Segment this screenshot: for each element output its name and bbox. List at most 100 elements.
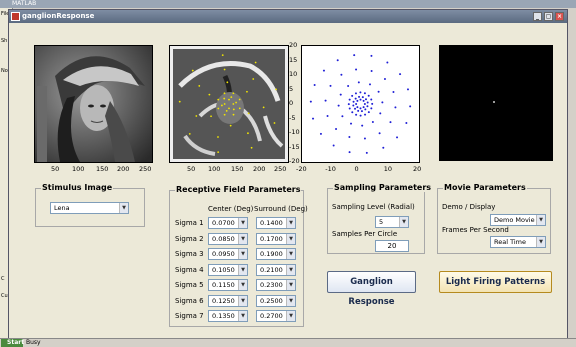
center-sigma-dropdown[interactable]: 0.0950 ▼ (208, 248, 248, 260)
samples-per-circle-input[interactable]: 20 (375, 240, 409, 252)
demo-display-dropdown[interactable]: Demo Movie ▼ (490, 214, 546, 226)
sample-dot (228, 107, 230, 110)
center-sigma-dropdown[interactable]: 0.0700 ▼ (208, 217, 248, 229)
stimulus-image-panel: Stimulus Image Lena ▼ (35, 183, 145, 227)
ganglion-response-button[interactable]: Ganglion Response (327, 271, 416, 307)
surround-sigma-dropdown[interactable]: 0.1400 ▼ (256, 217, 296, 229)
chevron-down-icon[interactable]: ▼ (238, 233, 247, 244)
chevron-down-icon[interactable]: ▼ (238, 218, 247, 228)
y-tick-label: -20 (289, 157, 300, 165)
center-sigma-dropdown[interactable]: 0.1250 ▼ (208, 294, 248, 307)
sigma-label: Sigma 1 (175, 219, 204, 227)
minimize-button[interactable]: _ (533, 12, 542, 21)
scatter-point (362, 99, 365, 102)
chevron-down-icon[interactable]: ▼ (536, 237, 545, 247)
chevron-down-icon[interactable]: ▼ (399, 217, 408, 227)
surround-sigma-dropdown[interactable]: 0.2300 ▼ (256, 279, 296, 291)
scatter-point (355, 113, 358, 116)
chevron-down-icon[interactable]: ▼ (286, 264, 295, 275)
chevron-down-icon[interactable]: ▼ (238, 249, 247, 259)
chevron-down-icon[interactable]: ▼ (119, 203, 128, 213)
matlab-side-label[interactable]: C (1, 276, 5, 282)
x-tick-label: 100 (208, 165, 221, 173)
surround-sigma-dropdown[interactable]: 0.2100 ▼ (256, 263, 296, 276)
x-tick-label: -10 (325, 165, 336, 173)
chevron-down-icon[interactable]: ▼ (238, 311, 247, 321)
chevron-down-icon[interactable]: ▼ (238, 280, 247, 290)
matlab-side-label[interactable]: No (1, 68, 8, 74)
scatter-point (377, 90, 380, 93)
sigma-label: Sigma 6 (175, 296, 204, 305)
scatter-point (309, 100, 312, 103)
scatter-point (363, 103, 366, 105)
surround-sigma-dropdown[interactable]: 0.1900 ▼ (256, 248, 296, 260)
scatter-point (370, 98, 373, 101)
scatter-point (351, 111, 354, 114)
scatter-point (357, 81, 360, 84)
sample-dot (252, 78, 255, 80)
sample-dot (235, 101, 238, 104)
sample-dot (247, 112, 250, 115)
matlab-title: MATLAB (12, 0, 37, 7)
y-tick-label: -5 (289, 113, 296, 122)
scatter-point (347, 103, 350, 106)
scatter-point (363, 92, 366, 95)
sample-dot (198, 85, 201, 87)
chevron-down-icon[interactable]: ▼ (286, 311, 295, 321)
center-sigma-dropdown[interactable]: 0.1050 ▼ (208, 263, 248, 276)
scatter-point (355, 68, 358, 71)
matlab-side-label[interactable]: Cu (1, 293, 8, 299)
dropdown-value: 0.0700 (212, 219, 235, 227)
sample-dot (238, 98, 241, 101)
y-tick-label: 10 (289, 70, 298, 78)
scatter-point (367, 94, 370, 97)
sampling-level-dropdown[interactable]: 5 ▼ (375, 216, 409, 228)
surround-sigma-dropdown[interactable]: 0.1700 ▼ (256, 232, 296, 245)
surround-sigma-dropdown[interactable]: 0.2700 ▼ (256, 310, 296, 322)
center-sigma-dropdown[interactable]: 0.1350 ▼ (208, 310, 248, 322)
scatter-point (365, 151, 368, 154)
chevron-down-icon[interactable]: ▼ (536, 215, 545, 225)
surround-sigma-dropdown[interactable]: 0.2500 ▼ (256, 294, 296, 307)
scatter-point (389, 121, 392, 124)
scatter-point (362, 106, 365, 109)
center-sigma-dropdown[interactable]: 0.1150 ▼ (208, 279, 248, 291)
sample-dot (232, 108, 235, 111)
sigma-label: Sigma 3 (175, 250, 204, 258)
stimulus-image-dropdown[interactable]: Lena ▼ (50, 202, 129, 214)
chevron-down-icon[interactable]: ▼ (286, 218, 295, 228)
chevron-down-icon[interactable]: ▼ (238, 264, 247, 275)
dropdown-value: Demo Movie (494, 216, 535, 224)
light-firing-patterns-button[interactable]: Light Firing Patterns (439, 271, 552, 293)
chevron-down-icon[interactable]: ▼ (286, 280, 295, 290)
x-tick-label: 250 (139, 165, 152, 173)
scatter-point (359, 114, 362, 117)
scatter-point (335, 127, 338, 130)
scatter-point (370, 107, 373, 110)
dropdown-value: Real Time (494, 238, 526, 246)
scatter-point (371, 102, 374, 105)
scatter-point (354, 92, 357, 95)
sample-dot (246, 90, 248, 93)
maximize-button[interactable]: ▢ (544, 12, 553, 21)
scatter-point (370, 69, 373, 72)
chevron-down-icon[interactable]: ▼ (238, 295, 247, 306)
frames-per-second-dropdown[interactable]: Real Time ▼ (490, 236, 546, 248)
sample-dot (247, 132, 249, 135)
sample-dot (250, 146, 253, 149)
center-sigma-dropdown[interactable]: 0.0850 ▼ (208, 232, 248, 245)
chevron-down-icon[interactable]: ▼ (286, 249, 295, 259)
close-button[interactable]: × (555, 12, 564, 21)
scatter-point (348, 98, 351, 101)
surround-header: Surround (Deg) (254, 205, 308, 213)
chevron-down-icon[interactable]: ▼ (286, 233, 295, 244)
scatter-point (354, 107, 357, 110)
sample-dot (178, 100, 181, 103)
center-header: Center (Deg) (208, 205, 254, 213)
frames-per-second-label: Frames Per Second (442, 226, 509, 234)
scatter-point (394, 106, 397, 109)
matlab-side-label[interactable]: Sh (1, 38, 7, 44)
chevron-down-icon[interactable]: ▼ (286, 295, 295, 306)
scatter-point (313, 83, 316, 86)
dropdown-value: 0.2700 (260, 312, 283, 320)
